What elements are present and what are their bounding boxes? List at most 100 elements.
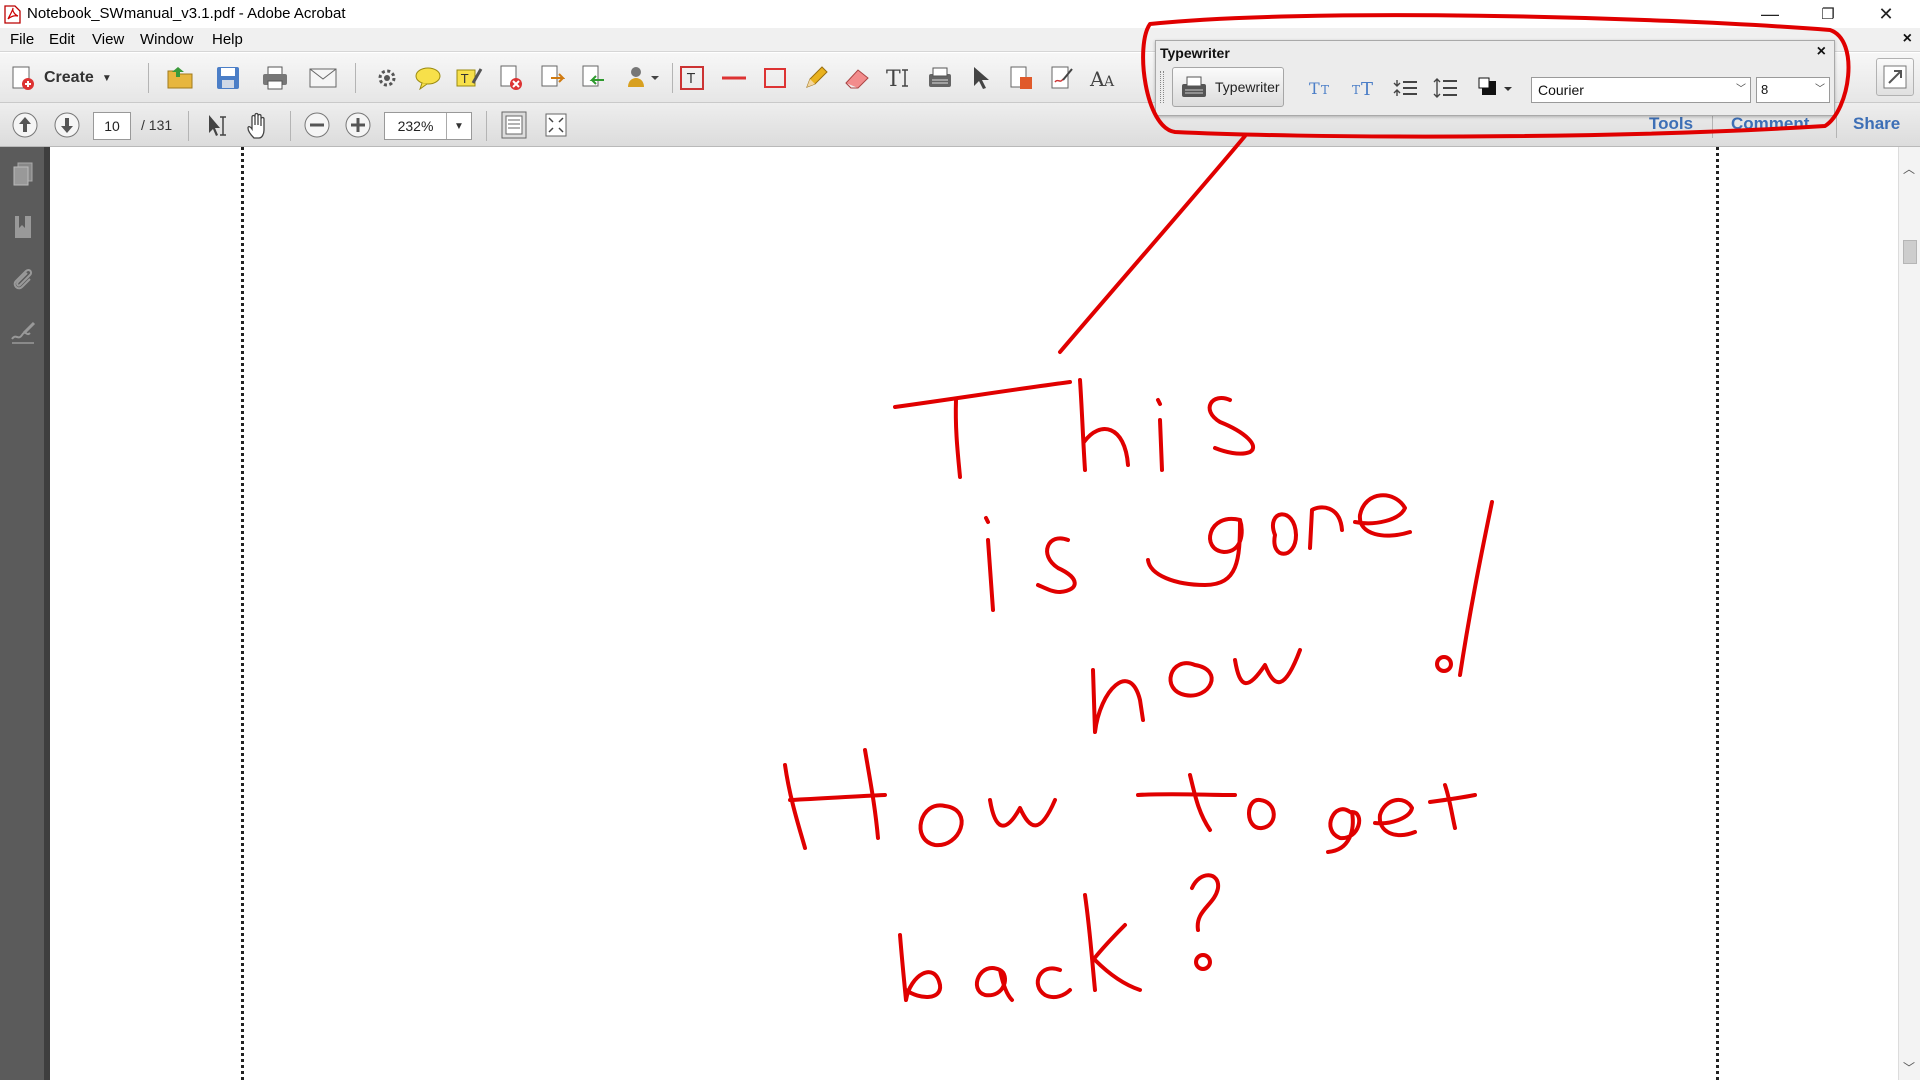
typewriter-icon[interactable]	[925, 63, 955, 93]
typewriter-panel-title: Typewriter	[1160, 45, 1230, 61]
print-icon[interactable]	[260, 63, 290, 93]
rectangle-tool-icon[interactable]	[760, 63, 790, 93]
svg-text:T: T	[686, 72, 695, 87]
scroll-up-arrow-icon[interactable]: ︿	[1903, 160, 1915, 177]
close-window-button[interactable]: ✕	[1858, 0, 1914, 28]
document-view[interactable]	[56, 147, 1898, 1080]
svg-text:T: T	[1309, 79, 1320, 98]
full-screen-icon[interactable]	[541, 110, 571, 140]
hand-tool-icon[interactable]	[244, 111, 274, 141]
restore-button[interactable]: ❐	[1800, 0, 1856, 28]
scroll-down-arrow-icon[interactable]: ﹀	[1903, 1059, 1915, 1076]
acrobat-pdf-icon	[4, 5, 21, 24]
email-icon[interactable]	[308, 63, 338, 93]
insert-page-icon[interactable]	[578, 63, 608, 93]
font-size-select[interactable]: 8 ﹀	[1756, 77, 1830, 103]
previous-page-icon[interactable]	[10, 110, 40, 140]
page-number-input[interactable]: 10	[93, 112, 131, 140]
stamp-icon[interactable]	[622, 63, 662, 93]
title-bar: Notebook_SWmanual_v3.1.pdf - Adobe Acrob…	[0, 0, 1920, 28]
menu-view[interactable]: View	[92, 31, 124, 48]
open-folder-icon[interactable]	[165, 63, 195, 93]
gear-icon[interactable]	[372, 63, 402, 93]
font-size-icon[interactable]: AA	[1088, 63, 1118, 93]
toolbar-separator	[672, 63, 673, 93]
decrease-text-size-icon[interactable]: TT	[1306, 74, 1336, 102]
attach-file-icon[interactable]	[1006, 63, 1036, 93]
page-total: / 131	[141, 117, 173, 133]
close-document-button[interactable]: ×	[1903, 30, 1912, 48]
close-typewriter-panel-button[interactable]: ×	[1817, 43, 1826, 61]
menu-edit[interactable]: Edit	[49, 31, 75, 48]
text-color-icon[interactable]	[1476, 74, 1520, 102]
font-family-select[interactable]: Courier ﹀	[1531, 77, 1751, 103]
fit-page-icon[interactable]	[499, 110, 529, 140]
left-navigation-pane	[0, 147, 50, 1080]
minimize-button[interactable]: —	[1742, 0, 1798, 28]
toolbar-separator	[486, 111, 487, 141]
tools-pane-link[interactable]: Tools	[1649, 114, 1693, 134]
add-text-icon[interactable]: T	[883, 63, 913, 93]
menu-file[interactable]: File	[10, 31, 34, 48]
decrease-line-spacing-icon[interactable]	[1391, 74, 1421, 102]
chevron-down-icon: ﹀	[1736, 84, 1746, 95]
window-title: Notebook_SWmanual_v3.1.pdf - Adobe Acrob…	[27, 5, 346, 22]
expand-arrows-icon	[1883, 65, 1907, 89]
comment-pane-link[interactable]: Comment	[1731, 114, 1809, 134]
highlight-text-icon[interactable]: T	[454, 63, 484, 93]
eraser-icon[interactable]	[842, 63, 872, 93]
attachments-paperclip-icon[interactable]	[8, 265, 38, 295]
typewriter-button-label: Typewriter	[1215, 79, 1280, 95]
select-arrow-icon[interactable]	[965, 63, 995, 93]
expand-toolbar-button[interactable]	[1876, 58, 1914, 96]
typewriter-icon	[1182, 76, 1206, 97]
increase-line-spacing-icon[interactable]	[1431, 74, 1461, 102]
sign-document-icon[interactable]	[1047, 63, 1077, 93]
share-pane-link[interactable]: Share	[1853, 114, 1900, 134]
toolbar-separator	[148, 63, 149, 93]
svg-text:T: T	[886, 67, 901, 91]
zoom-level-select[interactable]: 232% ▼	[384, 112, 472, 140]
text-select-cursor-icon[interactable]	[203, 111, 233, 141]
chevron-down-icon[interactable]: ▼	[447, 113, 471, 139]
menu-window[interactable]: Window	[140, 31, 193, 48]
next-page-icon[interactable]	[52, 110, 82, 140]
svg-text:A: A	[1103, 74, 1115, 89]
bookmarks-icon[interactable]	[8, 212, 38, 242]
svg-text:T: T	[1361, 79, 1373, 99]
font-family-value: Courier	[1538, 82, 1584, 98]
extract-page-icon[interactable]	[537, 63, 567, 93]
chevron-down-icon: ▼	[101, 72, 112, 84]
sticky-note-icon[interactable]	[413, 63, 443, 93]
toolbar-separator	[355, 63, 356, 93]
scrollbar-thumb[interactable]	[1903, 240, 1917, 264]
page-margin-guide-right	[1716, 147, 1719, 1080]
delete-page-icon[interactable]	[496, 63, 526, 93]
chevron-down-icon: ﹀	[1815, 84, 1825, 95]
save-icon[interactable]	[213, 63, 243, 93]
zoom-in-icon[interactable]	[343, 110, 373, 140]
zoom-out-icon[interactable]	[302, 110, 332, 140]
toolbar-grip-handle[interactable]	[1160, 71, 1164, 103]
page-margin-guide-left	[241, 147, 244, 1080]
svg-text:A: A	[1089, 67, 1105, 89]
vertical-scrollbar[interactable]: ︿ ﹀	[1898, 147, 1920, 1080]
typewriter-toolbar-panel: Typewriter × Typewriter TT TT Courier ﹀ …	[1155, 40, 1835, 116]
svg-text:T: T	[1321, 83, 1329, 97]
increase-text-size-icon[interactable]: TT	[1349, 74, 1379, 102]
toolbar-separator	[188, 111, 189, 141]
menu-help[interactable]: Help	[212, 31, 243, 48]
page-thumbnails-icon[interactable]	[8, 159, 38, 189]
svg-text:T: T	[460, 72, 469, 86]
create-label: Create	[44, 69, 94, 86]
font-size-value: 8	[1761, 82, 1769, 97]
line-tool-icon[interactable]	[719, 63, 749, 93]
typewriter-button[interactable]: Typewriter	[1172, 67, 1284, 107]
svg-text:T: T	[1352, 83, 1360, 97]
pencil-icon[interactable]	[801, 63, 831, 93]
create-button[interactable]: Create ▼	[10, 63, 112, 93]
zoom-value: 232%	[385, 113, 447, 139]
signatures-icon[interactable]	[8, 318, 38, 348]
text-box-icon[interactable]: T	[677, 63, 707, 93]
toolbar-separator	[290, 111, 291, 141]
